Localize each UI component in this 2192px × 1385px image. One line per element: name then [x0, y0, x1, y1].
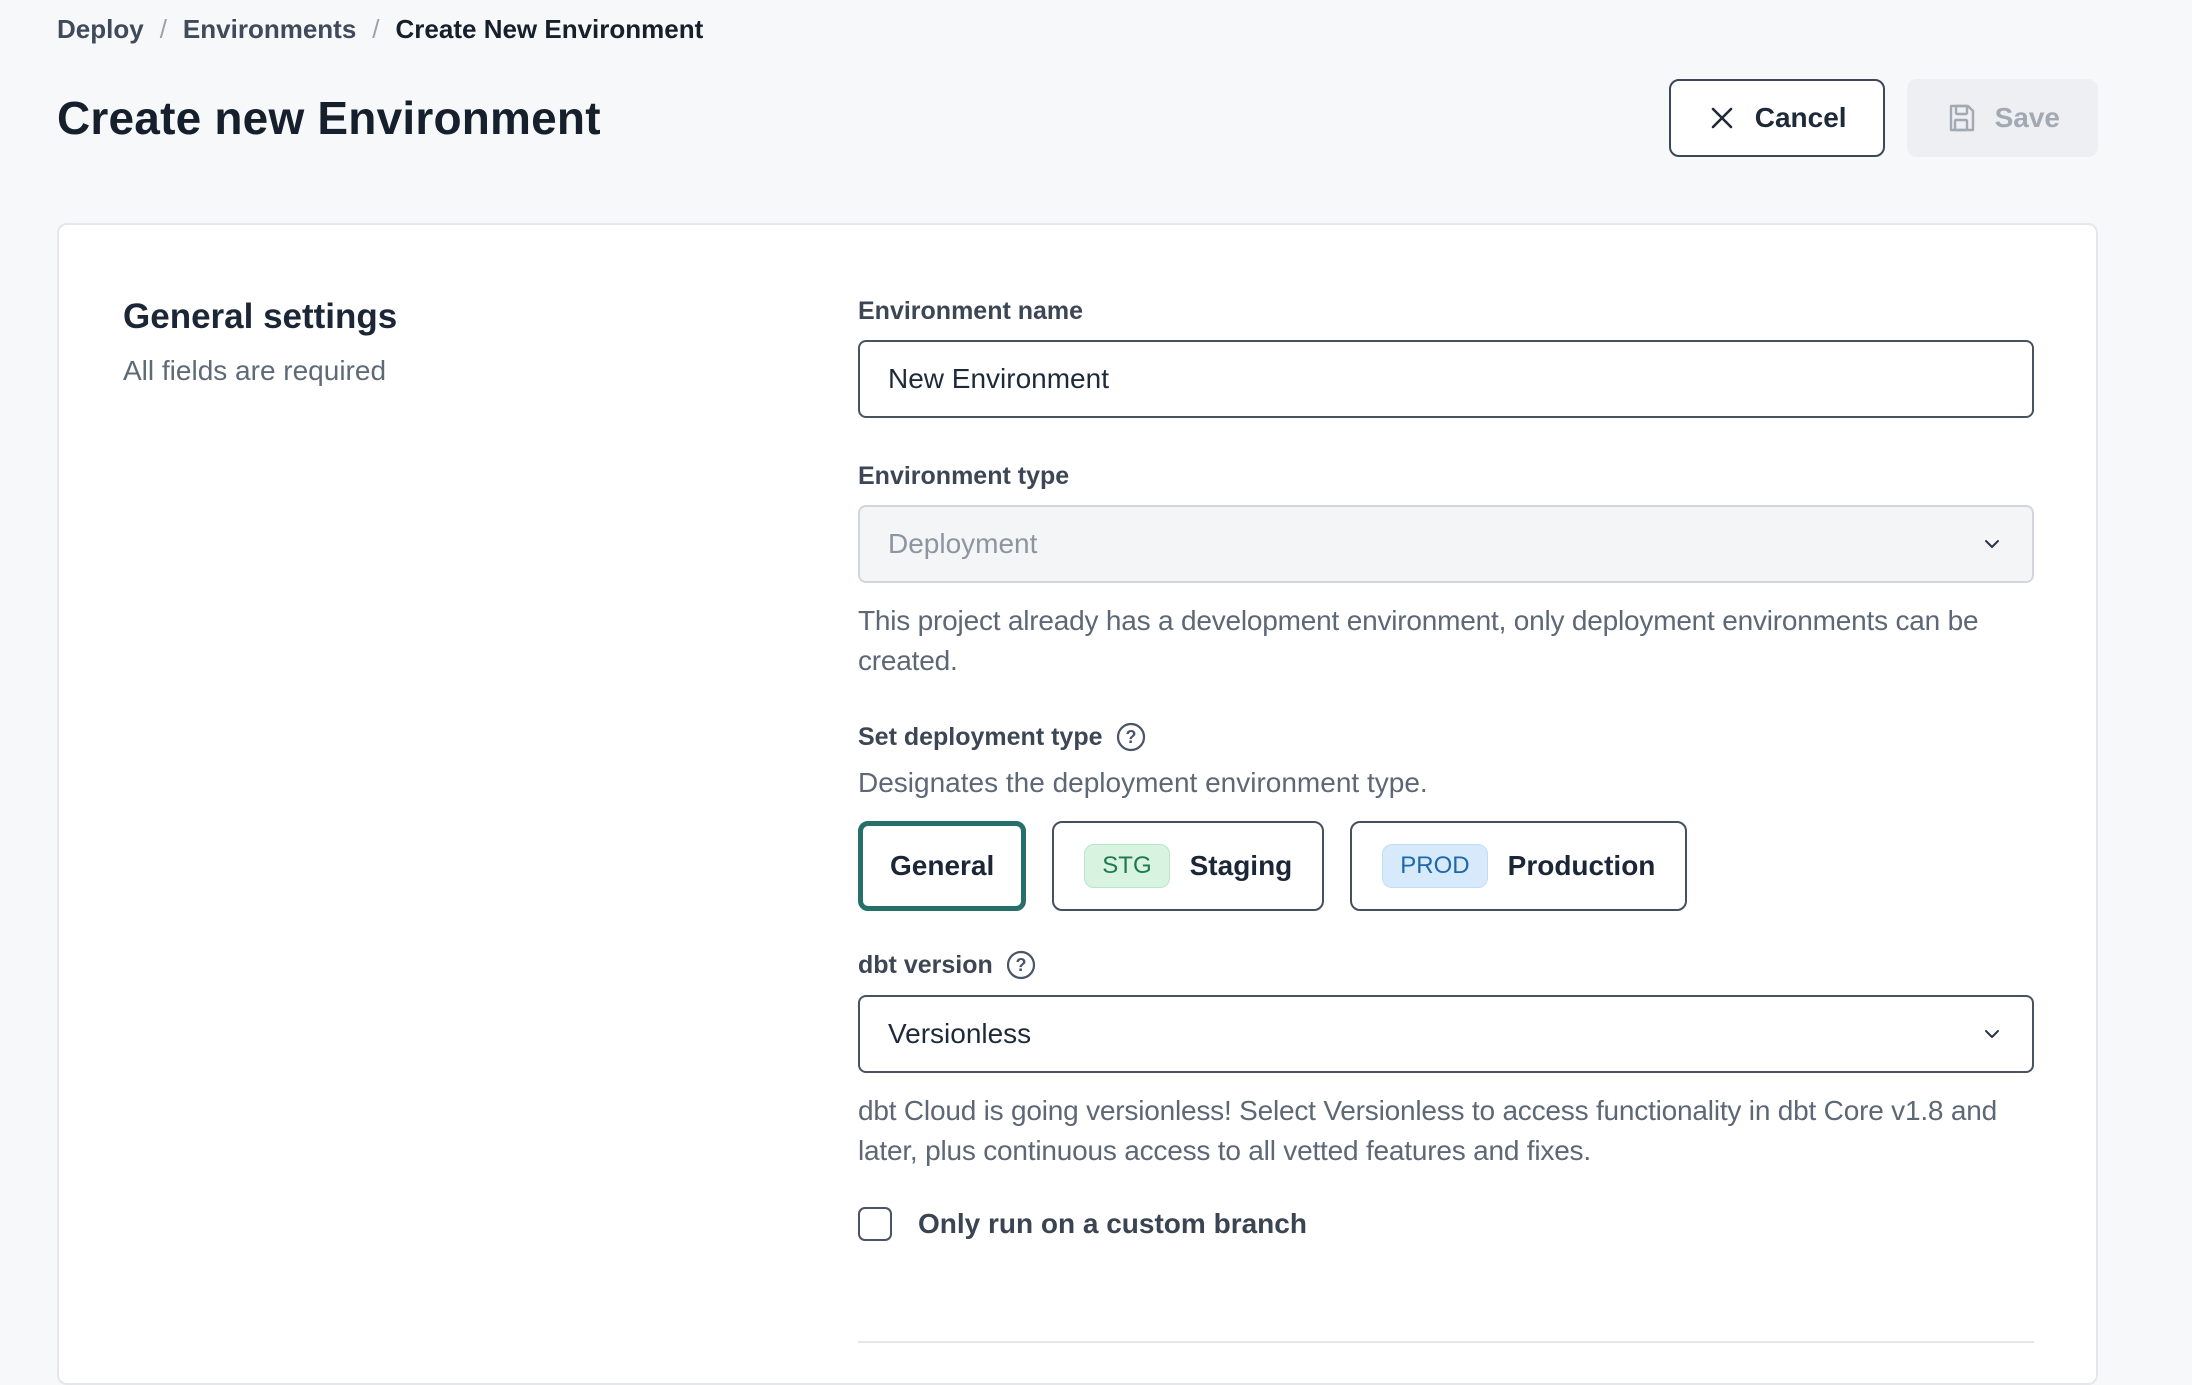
environment-type-select: Deployment	[858, 505, 2034, 583]
deployment-type-staging-label: Staging	[1190, 850, 1293, 882]
settings-section-intro: General settings All fields are required	[121, 297, 858, 1343]
page-header: Create new Environment Cancel	[57, 79, 2098, 157]
deployment-type-general-button[interactable]: General	[858, 821, 1026, 911]
environment-name-label: Environment name	[858, 297, 2034, 326]
help-icon[interactable]: ?	[1005, 949, 1037, 981]
deployment-type-label-text: Set deployment type	[858, 723, 1103, 752]
breadcrumb-current: Create New Environment	[396, 14, 704, 45]
deployment-type-options: General STG Staging PROD Production	[858, 821, 2034, 911]
custom-branch-checkbox[interactable]	[858, 1207, 892, 1241]
breadcrumb: Deploy / Environments / Create New Envir…	[57, 14, 2098, 45]
svg-text:?: ?	[1015, 955, 1026, 975]
help-icon[interactable]: ?	[1115, 721, 1147, 753]
deployment-type-group: Set deployment type ? Designates the dep…	[858, 721, 2034, 911]
dbt-version-help: dbt Cloud is going versionless! Select V…	[858, 1091, 2034, 1171]
deployment-type-description: Designates the deployment environment ty…	[858, 767, 2034, 799]
environment-type-help: This project already has a development e…	[858, 601, 2034, 681]
chevron-down-icon	[1980, 1022, 2004, 1046]
deployment-type-label: Set deployment type ?	[858, 721, 2034, 753]
dbt-version-label: dbt version ?	[858, 949, 2034, 981]
breadcrumb-separator: /	[160, 14, 167, 45]
svg-text:?: ?	[1125, 727, 1136, 747]
create-environment-page: Deploy / Environments / Create New Envir…	[0, 0, 2098, 1385]
deployment-type-production-button[interactable]: PROD Production	[1350, 821, 1687, 911]
environment-name-group: Environment name	[858, 297, 2034, 418]
cancel-button-label: Cancel	[1755, 102, 1847, 134]
section-subtitle: All fields are required	[123, 355, 858, 387]
production-badge: PROD	[1382, 844, 1487, 888]
dbt-version-label-text: dbt version	[858, 951, 993, 980]
header-actions: Cancel Save	[1669, 79, 2098, 157]
section-divider	[858, 1341, 2034, 1343]
deployment-type-production-label: Production	[1508, 850, 1656, 882]
environment-name-input[interactable]	[858, 340, 2034, 418]
environment-type-label: Environment type	[858, 462, 2034, 491]
page-title: Create new Environment	[57, 91, 601, 145]
environment-type-value: Deployment	[888, 528, 1037, 560]
staging-badge: STG	[1084, 844, 1169, 888]
breadcrumb-separator: /	[372, 14, 379, 45]
general-settings-card: General settings All fields are required…	[57, 223, 2098, 1385]
chevron-down-icon	[1980, 532, 2004, 556]
environment-type-group: Environment type Deployment This project…	[858, 462, 2034, 681]
save-icon	[1945, 102, 1977, 134]
dbt-version-select[interactable]: Versionless	[858, 995, 2034, 1073]
save-button-label: Save	[1995, 102, 2060, 134]
dbt-version-group: dbt version ? Versionless	[858, 949, 2034, 1171]
cancel-button[interactable]: Cancel	[1669, 79, 1885, 157]
custom-branch-label: Only run on a custom branch	[918, 1208, 1307, 1240]
section-title: General settings	[123, 297, 858, 337]
deployment-type-staging-button[interactable]: STG Staging	[1052, 821, 1324, 911]
dbt-version-value: Versionless	[888, 1018, 1031, 1050]
save-button[interactable]: Save	[1907, 79, 2098, 157]
deployment-type-general-label: General	[890, 850, 994, 882]
close-icon	[1707, 103, 1737, 133]
custom-branch-row[interactable]: Only run on a custom branch	[858, 1207, 2034, 1241]
breadcrumb-deploy[interactable]: Deploy	[57, 14, 144, 45]
settings-form: Environment name Environment type Deploy…	[858, 297, 2034, 1343]
breadcrumb-environments[interactable]: Environments	[183, 14, 356, 45]
